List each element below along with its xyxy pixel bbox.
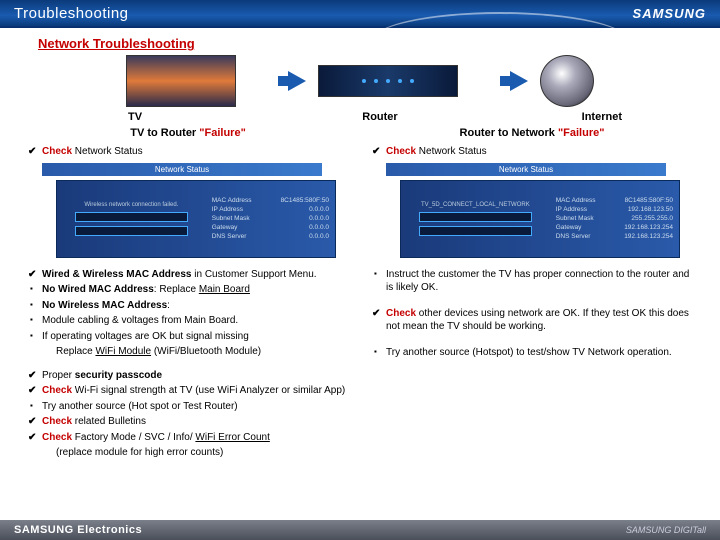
left-column: TV to Router "Failure" ✔Check Network St… <box>28 127 348 462</box>
router-image <box>318 65 458 97</box>
check-icon: ✔ <box>28 369 42 383</box>
bullet-icon <box>28 330 42 344</box>
list-item: Check Wi-Fi signal strength at TV (use W… <box>42 384 345 398</box>
footer-right: SAMSUNG DIGITall <box>626 525 706 535</box>
list-item: Check Network Status <box>386 145 487 159</box>
list-item: Try another source (Hot spot or Test Rou… <box>42 400 238 414</box>
right-list: Instruct the customer the TV has proper … <box>372 268 692 360</box>
globe-image <box>540 55 594 107</box>
list-item: Check related Bulletins <box>42 415 146 429</box>
network-status-panel: Network Status TV_5D_CONNECT_LOCAL_NETWO… <box>386 163 666 258</box>
bullet-icon <box>28 283 42 297</box>
list-item: Instruct the customer the TV has proper … <box>386 268 692 295</box>
label-router: Router <box>289 111 460 123</box>
network-status-panel: Network Status Wireless network connecti… <box>42 163 322 258</box>
content: Network Troubleshooting TV Router Intern… <box>0 28 720 462</box>
tv-image <box>126 55 236 107</box>
arrow-icon <box>288 71 306 91</box>
brand-logo: SAMSUNG <box>633 6 706 21</box>
header: Troubleshooting SAMSUNG <box>0 0 720 28</box>
arrow-icon <box>510 71 528 91</box>
check-icon: ✔ <box>28 145 42 159</box>
check-icon: ✔ <box>372 307 386 321</box>
right-column: Router to Network "Failure" ✔Check Netwo… <box>372 127 692 462</box>
bullet-icon <box>28 400 42 414</box>
bullet-icon <box>372 268 386 282</box>
list-item: (replace module for high error counts) <box>56 446 223 460</box>
left-title: TV to Router "Failure" <box>28 127 348 139</box>
columns: TV to Router "Failure" ✔Check Network St… <box>28 127 692 462</box>
list-item: Check other devices using network are OK… <box>386 307 692 334</box>
list-item: Proper security passcode <box>42 369 162 383</box>
left-list-1: ✔Wired & Wireless MAC Address in Custome… <box>28 268 348 359</box>
list-item: Try another source (Hotspot) to test/sho… <box>386 346 672 360</box>
list-item: Check Factory Mode / SVC / Info/ WiFi Er… <box>42 431 270 445</box>
footer-left: SAMSUNG Electronics <box>14 524 142 536</box>
bullet-icon <box>372 346 386 360</box>
list-item: Check Network Status <box>42 145 143 159</box>
check-icon: ✔ <box>28 415 42 429</box>
label-tv: TV <box>88 111 289 123</box>
left-list-2: ✔Proper security passcode✔Check Wi-Fi si… <box>28 369 348 460</box>
list-item: No Wired MAC Address: Replace Main Board <box>42 283 250 297</box>
check-icon: ✔ <box>372 145 386 159</box>
section-title: Network Troubleshooting <box>38 36 692 51</box>
footer: SAMSUNG Electronics SAMSUNG DIGITall <box>0 518 720 540</box>
list-item: Replace WiFi Module (WiFi/Bluetooth Modu… <box>56 345 261 359</box>
bullet-icon <box>28 314 42 328</box>
flow-labels: TV Router Internet <box>88 111 632 123</box>
list-item: If operating voltages are OK but signal … <box>42 330 249 344</box>
check-icon: ✔ <box>28 384 42 398</box>
right-title: Router to Network "Failure" <box>372 127 692 139</box>
bullet-icon <box>28 299 42 313</box>
list-item: Module cabling & voltages from Main Boar… <box>42 314 238 328</box>
list-item: No Wireless MAC Address: <box>42 299 170 313</box>
label-internet: Internet <box>461 111 632 123</box>
list-item: Wired & Wireless MAC Address in Customer… <box>42 268 317 282</box>
panel-rows-left: MAC Address8C1485:580F:50IP Address0.0.0… <box>206 181 335 257</box>
flow-diagram <box>28 55 692 107</box>
check-icon: ✔ <box>28 431 42 445</box>
panel-rows-right: MAC Address8C1485:580F:50IP Address192.1… <box>550 181 679 257</box>
page-title: Troubleshooting <box>14 5 129 22</box>
check-icon: ✔ <box>28 268 42 282</box>
